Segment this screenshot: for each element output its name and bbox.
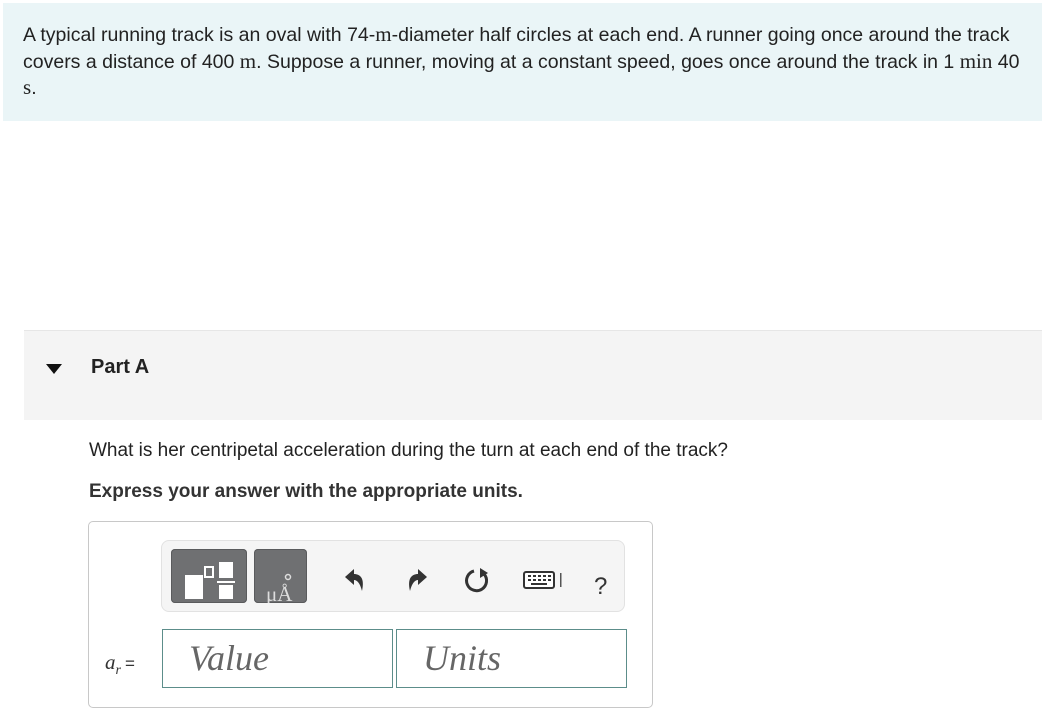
part-a-header[interactable]: Part A	[24, 330, 1042, 420]
problem-text-1: A typical running track is an oval with …	[23, 24, 376, 46]
problem-text-3: . Suppose a runner, moving at a constant…	[256, 50, 960, 73]
unit-min: min	[959, 48, 993, 73]
undo-icon[interactable]	[340, 565, 370, 595]
problem-statement: A typical running track is an oval with …	[3, 3, 1042, 121]
variable-symbol: a	[105, 650, 116, 674]
templates-icon	[185, 562, 235, 599]
answer-instruction: Express your answer with the appropriate…	[89, 481, 523, 502]
templates-button[interactable]	[171, 549, 247, 603]
keyboard-icon[interactable]	[522, 565, 566, 595]
value-input[interactable]: Value	[162, 629, 393, 688]
question-text: What is her centripetal acceleration dur…	[89, 440, 728, 461]
variable-subscript: r	[115, 662, 121, 678]
help-icon[interactable]: ?	[594, 573, 607, 601]
equals-sign: =	[124, 654, 135, 673]
redo-icon[interactable]	[402, 565, 432, 595]
units-button[interactable]: μÅ	[254, 549, 307, 606]
unit-m-2: m	[239, 48, 257, 73]
unit-s: s	[23, 75, 32, 99]
problem-text-4: 40	[992, 50, 1020, 73]
part-title: Part A	[91, 356, 150, 378]
collapse-caret-icon[interactable]	[46, 364, 62, 374]
units-glyph: μÅ	[266, 582, 293, 603]
problem-text-5: .	[31, 77, 37, 99]
unit-m-1: m	[375, 22, 392, 46]
variable-label: ar =	[105, 650, 135, 679]
math-toolbar: μÅ ?	[161, 540, 625, 612]
answer-box: μÅ ? ar = Value Units	[88, 521, 653, 708]
reset-icon[interactable]	[462, 565, 492, 595]
units-icon: μÅ	[266, 573, 293, 606]
units-input[interactable]: Units	[396, 629, 627, 688]
